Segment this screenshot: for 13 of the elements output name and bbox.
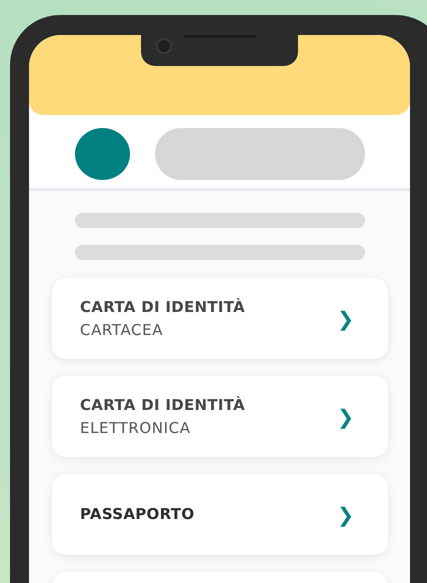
chevron-icon: ❯: [337, 306, 354, 330]
document-card[interactable]: PASSAPORTO ❯: [52, 474, 388, 555]
chevron-icon: ❯: [337, 502, 354, 526]
camera-icon: [156, 38, 172, 54]
document-card[interactable]: CARTA DI IDENTITÀ ELETTRONICA ❯: [52, 376, 388, 457]
document-subtitle: CARTACEA: [80, 320, 164, 340]
avatar: [75, 128, 130, 180]
document-title: CARTA DI IDENTITÀ: [80, 296, 246, 318]
document-card[interactable]: CARTA DI IDENTITÀ CARTACEA ❯: [52, 278, 388, 359]
chevron-icon: ❯: [337, 404, 354, 428]
document-title: PASSAPORTO: [80, 504, 194, 525]
document-title: CARTA DI IDENTITÀ: [80, 394, 246, 416]
document-subtitle: ELETTRONICA: [80, 418, 192, 438]
